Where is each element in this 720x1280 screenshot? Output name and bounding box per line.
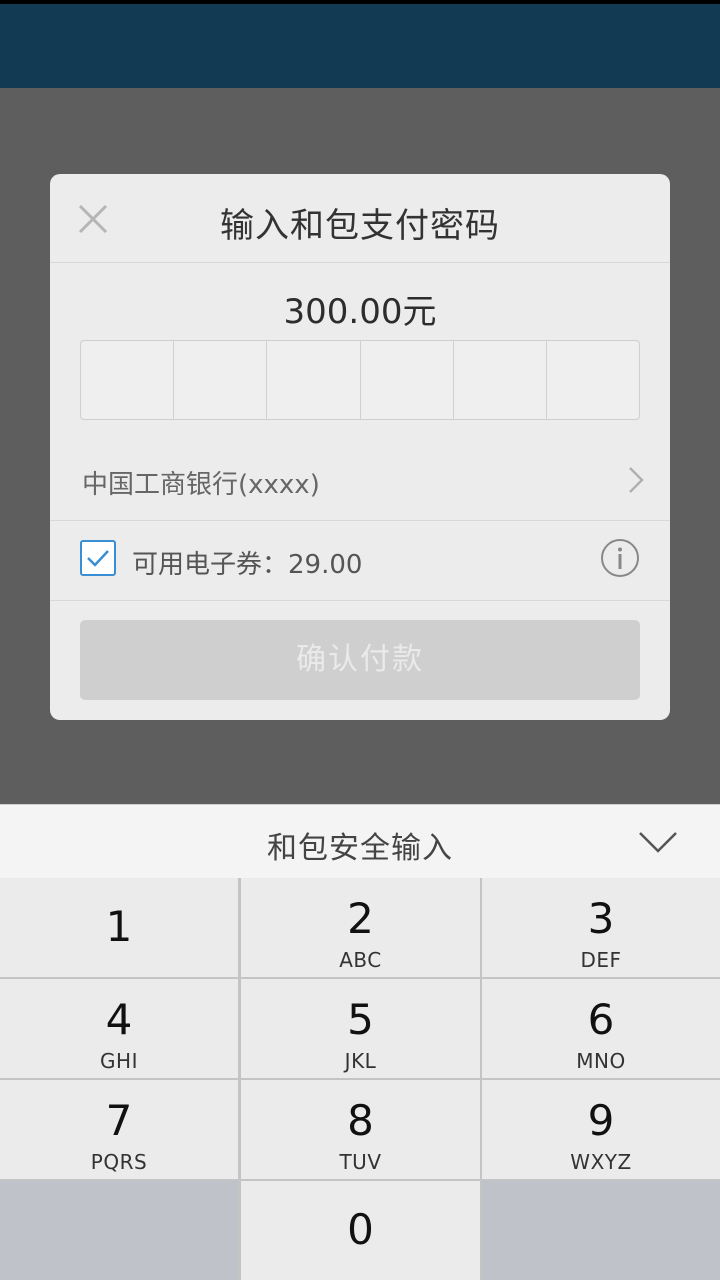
keypad-key-1[interactable]: 1: [0, 878, 238, 977]
key-letters: PQRS: [90, 1150, 148, 1174]
key-digit: 8: [347, 1096, 374, 1145]
payment-dialog: 输入和包支付密码 300.00元 中国工商银行(xxxx) 可用电子券：29.0…: [50, 174, 670, 720]
key-digit: 2: [347, 894, 374, 943]
key-letters: JKL: [344, 1049, 377, 1073]
keypad-key-7[interactable]: 7 PQRS: [0, 1080, 238, 1179]
keypad-key-0[interactable]: 0: [241, 1181, 480, 1280]
pin-cell: [547, 341, 639, 419]
info-icon[interactable]: [600, 538, 640, 578]
payment-amount: 300.00元: [283, 292, 437, 332]
app-header: [0, 4, 720, 88]
keypad-key-8[interactable]: 8 TUV: [241, 1080, 480, 1179]
key-digit: 5: [347, 995, 374, 1044]
key-digit: 3: [587, 894, 615, 943]
keypad-key-9[interactable]: 9 WXYZ: [482, 1080, 720, 1179]
keyboard-header: 和包安全输入: [0, 804, 720, 878]
coupon-row: 可用电子券：29.00: [50, 520, 670, 601]
pin-cell: [361, 341, 454, 419]
keypad-key-6[interactable]: 6 MNO: [482, 979, 720, 1078]
key-digit: 4: [105, 995, 133, 1044]
key-letters: DEF: [580, 948, 622, 972]
checkmark-icon: [87, 550, 109, 567]
dialog-header: 输入和包支付密码: [50, 174, 670, 263]
key-digit: 6: [587, 995, 615, 1044]
keypad-blank-key: [482, 1181, 720, 1280]
keypad-blank-key: [0, 1181, 238, 1280]
key-digit: 1: [105, 902, 133, 951]
pin-cell: [81, 341, 175, 419]
keypad-key-5[interactable]: 5 JKL: [241, 979, 480, 1078]
bank-selector[interactable]: 中国工商银行(xxxx): [50, 440, 670, 521]
chevron-down-icon[interactable]: [638, 831, 678, 853]
key-letters: MNO: [576, 1049, 626, 1073]
coupon-checkbox[interactable]: [80, 540, 116, 576]
key-digit: 0: [347, 1205, 374, 1254]
pin-cell: [267, 341, 361, 419]
keypad-key-3[interactable]: 3 DEF: [482, 878, 720, 977]
confirm-payment-button[interactable]: 确认付款: [80, 620, 640, 700]
dialog-title: 输入和包支付密码: [220, 206, 500, 246]
key-letters: WXYZ: [570, 1150, 632, 1174]
keyboard-title: 和包安全输入: [267, 831, 453, 866]
key-digit: 7: [105, 1096, 133, 1145]
key-digit: 9: [587, 1096, 615, 1145]
pin-input[interactable]: [80, 340, 640, 420]
pin-cell: [454, 341, 547, 419]
key-letters: TUV: [339, 1150, 382, 1174]
keypad-key-4[interactable]: 4 GHI: [0, 979, 238, 1078]
chevron-right-icon: [629, 467, 644, 493]
keypad-key-2[interactable]: 2 ABC: [241, 878, 480, 977]
key-letters: GHI: [100, 1049, 138, 1073]
numeric-keypad: 1 2 ABC 3 DEF 4 GHI 5 JKL 6 MNO 7 PQRS 8 TUV 9 WXYZ 0: [0, 878, 720, 1280]
bank-label: 中国工商银行(xxxx): [82, 470, 320, 500]
pin-cell: [174, 341, 268, 419]
key-letters: ABC: [339, 948, 382, 972]
coupon-label: 可用电子券：29.00: [132, 550, 363, 580]
